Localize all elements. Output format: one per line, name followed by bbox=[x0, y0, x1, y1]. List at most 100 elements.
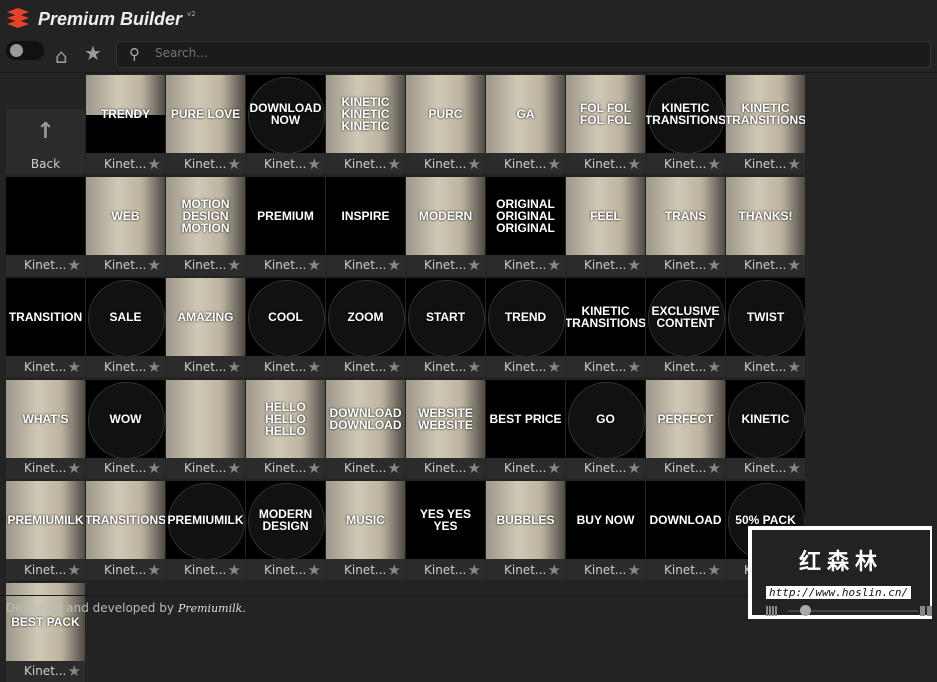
favorite-star-icon[interactable]: ★ bbox=[548, 358, 561, 376]
template-tile[interactable]: DOWNLOAD DOWNLOAD Kinet... ★ bbox=[326, 379, 405, 479]
template-tile[interactable]: TWIST Kinet... ★ bbox=[726, 278, 805, 377]
favorite-star-icon[interactable]: ★ bbox=[228, 256, 241, 274]
tile-thumbnail[interactable]: COOL bbox=[246, 278, 325, 356]
favorite-star-icon[interactable]: ★ bbox=[228, 358, 241, 376]
favorite-star-icon[interactable]: ★ bbox=[468, 561, 481, 579]
template-tile[interactable]: TRANSITIONS Kinet... ★ bbox=[86, 481, 165, 580]
template-tile[interactable]: WOW Kinet... ★ bbox=[86, 379, 165, 479]
template-tile[interactable]: MOTION DESIGN MOTION Kinet... ★ bbox=[166, 176, 245, 276]
tile-thumbnail[interactable]: MUSIC bbox=[326, 481, 405, 559]
tile-thumbnail[interactable]: BEST PRICE bbox=[486, 379, 565, 458]
template-tile[interactable]: PREMIUMILK Kinet... ★ bbox=[166, 481, 245, 580]
tile-thumbnail[interactable]: SALE bbox=[86, 278, 165, 356]
tile-thumbnail[interactable]: FOL FOL FOL FOL bbox=[566, 75, 645, 153]
template-tile[interactable]: TRENDY Kinet... ★ bbox=[86, 75, 165, 174]
template-tile[interactable]: ORIGINAL ORIGINAL ORIGINAL Kinet... ★ bbox=[486, 176, 565, 276]
template-tile[interactable]: PERFECT Kinet... ★ bbox=[646, 379, 725, 479]
favorite-star-icon[interactable]: ★ bbox=[68, 459, 81, 477]
back-button[interactable]: ↑ Back bbox=[6, 109, 85, 174]
tile-thumbnail[interactable]: BUY NOW bbox=[566, 481, 645, 559]
tile-thumbnail[interactable]: PURC bbox=[406, 75, 485, 153]
favorite-star-icon[interactable]: ★ bbox=[548, 561, 561, 579]
favorite-star-icon[interactable]: ★ bbox=[308, 358, 321, 376]
tile-thumbnail[interactable]: GO bbox=[566, 379, 645, 458]
favorite-star-icon[interactable]: ★ bbox=[388, 358, 401, 376]
tile-thumbnail[interactable]: TRANSITIONS bbox=[86, 481, 165, 559]
favorite-star-icon[interactable]: ★ bbox=[388, 256, 401, 274]
home-icon[interactable]: ⌂ bbox=[55, 44, 68, 68]
favorite-star-icon[interactable]: ★ bbox=[148, 256, 161, 274]
tile-thumbnail[interactable]: DOWNLOAD DOWNLOAD bbox=[326, 379, 405, 458]
tile-thumbnail[interactable]: MODERN DESIGN bbox=[246, 481, 325, 559]
template-tile[interactable]: GA Kinet... ★ bbox=[486, 75, 565, 174]
favorite-star-icon[interactable]: ★ bbox=[548, 155, 561, 173]
template-tile[interactable]: PURE LOVE Kinet... ★ bbox=[166, 75, 245, 174]
tile-thumbnail[interactable]: DOWNLOAD NOW bbox=[246, 75, 325, 153]
tile-thumbnail[interactable]: PREMIUMILK bbox=[6, 481, 85, 559]
template-tile[interactable]: PREMIUMILK Kinet... ★ bbox=[6, 481, 85, 580]
tile-thumbnail[interactable]: TRENDY bbox=[86, 75, 165, 153]
template-tile[interactable]: KINETIC TRANSITIONS Kinet... ★ bbox=[566, 278, 645, 377]
favorite-star-icon[interactable]: ★ bbox=[68, 662, 81, 680]
favorite-star-icon[interactable]: ★ bbox=[788, 155, 801, 173]
template-tile[interactable]: EXCLUSIVE CONTENT Kinet... ★ bbox=[646, 278, 725, 377]
template-tile[interactable]: ZOOM Kinet... ★ bbox=[326, 278, 405, 377]
favorite-star-icon[interactable]: ★ bbox=[68, 561, 81, 579]
tile-thumbnail[interactable]: PURE LOVE bbox=[166, 75, 245, 153]
favorite-star-icon[interactable]: ★ bbox=[628, 256, 641, 274]
tile-thumbnail[interactable]: START bbox=[406, 278, 485, 356]
tile-thumbnail[interactable] bbox=[6, 176, 85, 255]
favorite-star-icon[interactable]: ★ bbox=[388, 155, 401, 173]
template-tile[interactable]: TRANSITION Kinet... ★ bbox=[6, 278, 85, 377]
tile-thumbnail[interactable]: KINETIC TRANSITIONS bbox=[726, 75, 805, 153]
favorite-star-icon[interactable]: ★ bbox=[68, 358, 81, 376]
template-tile[interactable]: MODERN DESIGN Kinet... ★ bbox=[246, 481, 325, 580]
template-tile[interactable]: MUSIC Kinet... ★ bbox=[326, 481, 405, 580]
search-input[interactable] bbox=[155, 46, 855, 60]
template-tile[interactable]: BEST PRICE Kinet... ★ bbox=[486, 379, 565, 479]
favorite-star-icon[interactable]: ★ bbox=[308, 561, 321, 579]
template-tile[interactable]: Kinet... ★ bbox=[166, 379, 245, 479]
favorite-star-icon[interactable]: ★ bbox=[788, 358, 801, 376]
template-tile[interactable]: SALE Kinet... ★ bbox=[86, 278, 165, 377]
tile-thumbnail[interactable]: INSPIRE bbox=[326, 176, 405, 255]
favorite-star-icon[interactable]: ★ bbox=[548, 459, 561, 477]
tile-thumbnail[interactable]: TRANS bbox=[646, 176, 725, 255]
thumbnail-size-slider[interactable] bbox=[766, 605, 932, 617]
template-tile[interactable]: TREND Kinet... ★ bbox=[486, 278, 565, 377]
tile-thumbnail[interactable]: MODERN bbox=[406, 176, 485, 255]
brand-logo[interactable]: Premiumilk. bbox=[178, 602, 246, 615]
template-tile[interactable]: HELLO HELLO HELLO Kinet... ★ bbox=[246, 379, 325, 479]
template-tile[interactable]: Kinet... ★ bbox=[6, 176, 85, 276]
favorite-star-icon[interactable]: ★ bbox=[708, 155, 721, 173]
tile-thumbnail[interactable]: TREND bbox=[486, 278, 565, 356]
tile-thumbnail[interactable]: BUBBLES bbox=[486, 481, 565, 559]
tile-thumbnail[interactable]: EXCLUSIVE CONTENT bbox=[646, 278, 725, 356]
favorites-star-icon[interactable]: ★ bbox=[84, 41, 102, 65]
template-tile[interactable]: TRANS Kinet... ★ bbox=[646, 176, 725, 276]
tile-thumbnail[interactable]: GA bbox=[486, 75, 565, 153]
template-tile[interactable]: PURC Kinet... ★ bbox=[406, 75, 485, 174]
template-tile[interactable]: FOL FOL FOL FOL Kinet... ★ bbox=[566, 75, 645, 174]
favorite-star-icon[interactable]: ★ bbox=[148, 459, 161, 477]
tile-thumbnail[interactable]: AMAZING bbox=[166, 278, 245, 356]
mode-toggle[interactable] bbox=[6, 41, 44, 60]
favorite-star-icon[interactable]: ★ bbox=[468, 358, 481, 376]
tile-thumbnail[interactable]: PREMIUMILK bbox=[166, 481, 245, 559]
tile-thumbnail[interactable]: ZOOM bbox=[326, 278, 405, 356]
template-tile[interactable]: INSPIRE Kinet... ★ bbox=[326, 176, 405, 276]
tile-thumbnail[interactable]: TWIST bbox=[726, 278, 805, 356]
tile-thumbnail[interactable]: DOWNLOAD bbox=[646, 481, 725, 559]
favorite-star-icon[interactable]: ★ bbox=[148, 358, 161, 376]
favorite-star-icon[interactable]: ★ bbox=[228, 561, 241, 579]
template-tile[interactable]: START Kinet... ★ bbox=[406, 278, 485, 377]
tile-thumbnail[interactable]: KINETIC bbox=[726, 379, 805, 458]
tile-thumbnail[interactable]: WEBSITE WEBSITE bbox=[406, 379, 485, 458]
favorite-star-icon[interactable]: ★ bbox=[628, 561, 641, 579]
favorite-star-icon[interactable]: ★ bbox=[628, 459, 641, 477]
slider-handle[interactable] bbox=[800, 605, 811, 616]
tile-thumbnail[interactable]: ORIGINAL ORIGINAL ORIGINAL bbox=[486, 176, 565, 255]
large-grid-icon[interactable] bbox=[920, 606, 932, 616]
template-tile[interactable]: AMAZING Kinet... ★ bbox=[166, 278, 245, 377]
favorite-star-icon[interactable]: ★ bbox=[308, 459, 321, 477]
